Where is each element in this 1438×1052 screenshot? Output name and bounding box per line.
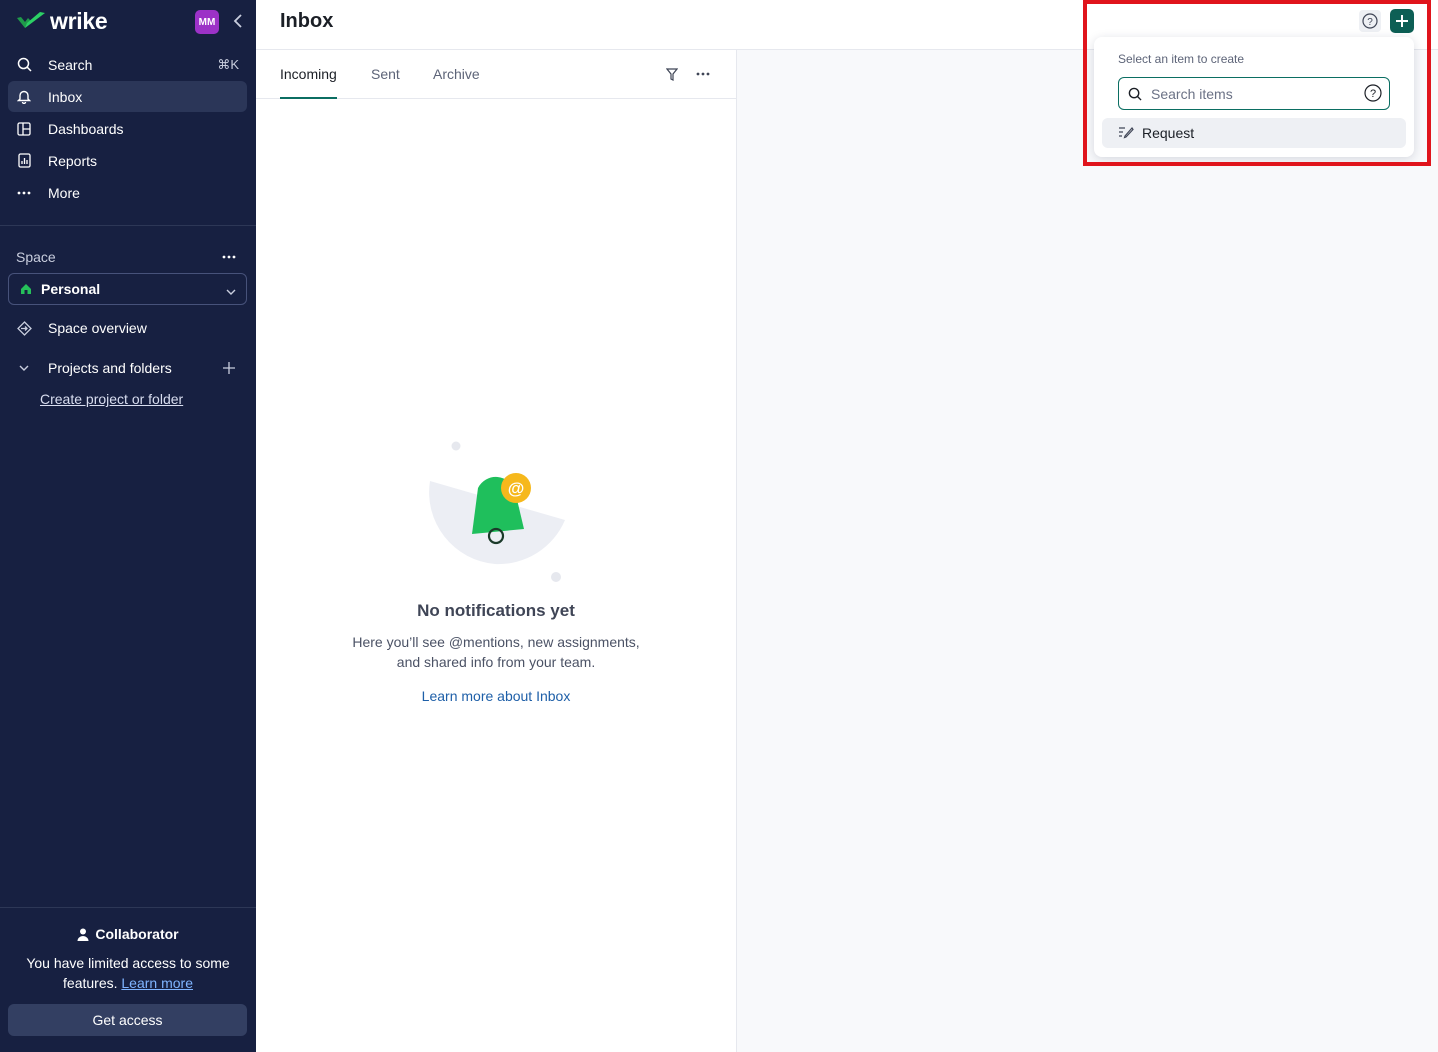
search-items-input[interactable]: [1151, 85, 1351, 102]
create-request-item[interactable]: Request: [1102, 118, 1406, 148]
more-dots-icon: [16, 185, 32, 201]
search-icon: [16, 57, 32, 73]
inbox-tabs: Incoming Sent Archive: [256, 50, 736, 99]
bell-icon: [16, 89, 32, 105]
search-items-field[interactable]: ?: [1118, 77, 1390, 110]
tab-archive[interactable]: Archive: [433, 66, 480, 99]
space-more-button[interactable]: [220, 248, 238, 266]
sidebar-item-more[interactable]: More: [8, 177, 247, 208]
more-dots-icon: [222, 255, 236, 259]
dashboard-icon: [16, 121, 32, 137]
sidebar-item-label: Inbox: [48, 88, 83, 105]
create-button[interactable]: [1390, 9, 1414, 33]
space-label: Space: [16, 249, 56, 265]
create-item-label: Request: [1142, 125, 1195, 141]
page-title: Inbox: [280, 10, 334, 32]
chevron-left-icon: [233, 14, 242, 28]
create-item-dropdown: Select an item to create ? Request: [1094, 37, 1414, 157]
learn-more-link[interactable]: Learn more: [121, 975, 193, 991]
sidebar-divider: [0, 225, 256, 226]
space-overview-label: Space overview: [48, 320, 147, 336]
chevron-down-icon: [226, 283, 236, 299]
sidebar: wrike MM Search ⌘K Inbox Dashboards Repo…: [0, 0, 256, 1052]
sidebar-item-search[interactable]: Search ⌘K: [8, 49, 247, 80]
search-icon: [1128, 87, 1142, 101]
add-project-button[interactable]: [220, 359, 238, 377]
inbox-more-button[interactable]: [694, 65, 712, 83]
collaborator-title: Collaborator: [0, 926, 256, 942]
question-icon: ?: [1362, 13, 1378, 29]
question-icon[interactable]: ?: [1364, 84, 1382, 107]
empty-state-line-1: Here you’ll see @mentions, new assignmen…: [352, 634, 640, 650]
get-access-button[interactable]: Get access: [8, 1004, 247, 1036]
sidebar-item-inbox[interactable]: Inbox: [8, 81, 247, 112]
tab-sent[interactable]: Sent: [371, 66, 400, 99]
avatar[interactable]: MM: [195, 10, 219, 34]
more-dots-icon: [696, 72, 710, 76]
svg-text:?: ?: [1367, 17, 1373, 28]
logo-text: wrike: [50, 7, 108, 34]
space-selected-label: Personal: [41, 281, 101, 297]
sidebar-item-label: More: [48, 184, 80, 201]
create-project-link[interactable]: Create project or folder: [40, 391, 183, 407]
collapse-sidebar-button[interactable]: [228, 11, 248, 31]
projects-folders-label: Projects and folders: [48, 360, 172, 376]
projects-folders-toggle[interactable]: Projects and folders: [8, 354, 247, 382]
empty-state-line-2: and shared info from your team.: [396, 654, 596, 670]
wrike-logo[interactable]: wrike: [16, 7, 108, 35]
collaborator-panel: Collaborator You have limited access to …: [0, 908, 256, 1052]
space-overview-icon: [16, 320, 32, 336]
empty-state-text: Here you’ll see @mentions, new assignmen…: [326, 632, 666, 672]
report-icon: [16, 153, 32, 169]
user-icon: [77, 928, 89, 941]
empty-inbox-illustration: @: [429, 441, 565, 582]
request-icon: [1118, 125, 1134, 141]
logo-row: wrike MM: [16, 8, 248, 34]
filter-icon: [666, 67, 678, 81]
sidebar-item-label: Dashboards: [48, 120, 124, 137]
space-selector[interactable]: Personal: [8, 273, 247, 305]
collaborator-title-text: Collaborator: [95, 926, 179, 942]
sidebar-item-dashboards[interactable]: Dashboards: [8, 113, 247, 144]
sidebar-item-label: Search: [48, 56, 93, 73]
create-menu-label: Select an item to create: [1118, 52, 1245, 66]
collaborator-text: You have limited access to some features…: [16, 953, 240, 993]
wrike-check-icon: [17, 12, 45, 28]
plus-icon: [1396, 15, 1408, 27]
svg-text:@: @: [508, 479, 525, 498]
learn-more-inbox-link[interactable]: Learn more about Inbox: [256, 688, 736, 704]
home-icon: [20, 283, 32, 295]
chevron-down-icon: [16, 360, 32, 376]
tab-incoming[interactable]: Incoming: [280, 66, 337, 99]
help-button[interactable]: ?: [1359, 10, 1381, 32]
plus-icon: [223, 362, 235, 374]
svg-text:?: ?: [1370, 88, 1376, 100]
empty-state-title: No notifications yet: [417, 601, 575, 620]
filter-button[interactable]: [663, 65, 681, 83]
space-overview-item[interactable]: Space overview: [8, 314, 247, 342]
shortcut-hint: ⌘K: [217, 56, 239, 72]
sidebar-item-reports[interactable]: Reports: [8, 145, 247, 176]
sidebar-item-label: Reports: [48, 152, 98, 169]
inbox-pane: Incoming Sent Archive @ No notifications…: [256, 50, 737, 1052]
